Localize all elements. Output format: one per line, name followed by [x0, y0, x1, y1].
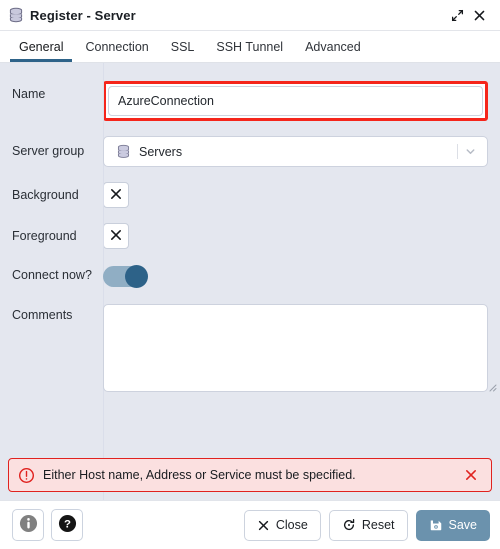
- expand-arrows-icon[interactable]: [446, 4, 468, 26]
- info-circle-icon: [19, 514, 38, 536]
- foreground-color-button[interactable]: [103, 223, 129, 249]
- foreground-field-wrapper: [103, 223, 500, 249]
- reset-button[interactable]: Reset: [329, 510, 408, 541]
- tab-ssl-label: SSL: [171, 40, 195, 54]
- save-disk-icon: [429, 518, 443, 532]
- name-focus-ring: [103, 81, 488, 121]
- server-group-select[interactable]: Servers: [103, 136, 488, 167]
- close-icon: [109, 187, 123, 204]
- alert-circle-icon: [18, 467, 35, 484]
- connect-now-field-wrapper: [103, 266, 500, 287]
- save-button-label: Save: [449, 518, 478, 532]
- close-button-label: Close: [276, 518, 308, 532]
- help-circle-icon: ?: [58, 514, 77, 536]
- field-row-server-group: Server group Servers: [0, 121, 500, 167]
- error-alert: Either Host name, Address or Service mus…: [8, 458, 492, 492]
- svg-text:?: ?: [64, 519, 71, 531]
- save-button[interactable]: Save: [416, 510, 491, 541]
- field-row-name: Name: [0, 63, 500, 121]
- comments-field-wrapper: [103, 304, 500, 392]
- tab-ssl[interactable]: SSL: [160, 31, 206, 62]
- background-color-button[interactable]: [103, 182, 129, 208]
- register-server-dialog: Register - Server General Connection SSL…: [0, 0, 500, 549]
- window-title: Register - Server: [30, 8, 136, 23]
- comments-textarea[interactable]: [103, 304, 488, 392]
- server-group-label: Server group: [0, 136, 103, 159]
- server-stack-icon: [8, 7, 24, 23]
- tab-ssh-tunnel[interactable]: SSH Tunnel: [205, 31, 294, 62]
- info-button[interactable]: [12, 509, 44, 541]
- comments-label: Comments: [0, 304, 103, 323]
- close-icon[interactable]: [468, 4, 490, 26]
- background-field-wrapper: [103, 182, 500, 208]
- server-stack-icon: [116, 144, 131, 159]
- tab-connection[interactable]: Connection: [74, 31, 159, 62]
- connect-now-toggle[interactable]: [103, 266, 147, 287]
- chevron-down-icon[interactable]: [461, 137, 479, 166]
- title-bar: Register - Server: [0, 0, 500, 31]
- background-label: Background: [0, 182, 103, 203]
- toggle-knob: [125, 265, 148, 288]
- tab-advanced-label: Advanced: [305, 40, 361, 54]
- help-button[interactable]: ?: [51, 509, 83, 541]
- tab-bar: General Connection SSL SSH Tunnel Advanc…: [0, 31, 500, 63]
- close-button[interactable]: Close: [244, 510, 321, 541]
- tab-advanced[interactable]: Advanced: [294, 31, 372, 62]
- server-group-field-wrapper: Servers: [103, 136, 500, 167]
- close-icon: [109, 228, 123, 245]
- resize-grip-icon: [487, 379, 497, 389]
- tab-general[interactable]: General: [8, 31, 74, 62]
- field-row-foreground: Foreground: [0, 208, 500, 249]
- reset-button-label: Reset: [362, 518, 395, 532]
- field-row-comments: Comments: [0, 287, 500, 392]
- field-row-background: Background: [0, 167, 500, 208]
- general-tab-panel: Name Server group: [0, 63, 500, 500]
- server-group-value: Servers: [139, 145, 182, 159]
- name-field-wrapper: [103, 81, 500, 121]
- reset-icon: [342, 518, 356, 532]
- tab-ssh-tunnel-label: SSH Tunnel: [216, 40, 283, 54]
- close-icon: [257, 519, 270, 532]
- connect-now-label: Connect now?: [0, 266, 103, 283]
- tab-general-label: General: [19, 40, 63, 54]
- field-row-connect-now: Connect now?: [0, 249, 500, 287]
- name-label: Name: [0, 81, 103, 102]
- select-separator: [457, 144, 458, 159]
- close-icon[interactable]: [461, 465, 481, 485]
- error-alert-message: Either Host name, Address or Service mus…: [43, 468, 461, 482]
- dialog-footer: ? Close Reset: [0, 500, 500, 549]
- name-input[interactable]: [108, 86, 483, 116]
- foreground-label: Foreground: [0, 223, 103, 244]
- tab-connection-label: Connection: [85, 40, 148, 54]
